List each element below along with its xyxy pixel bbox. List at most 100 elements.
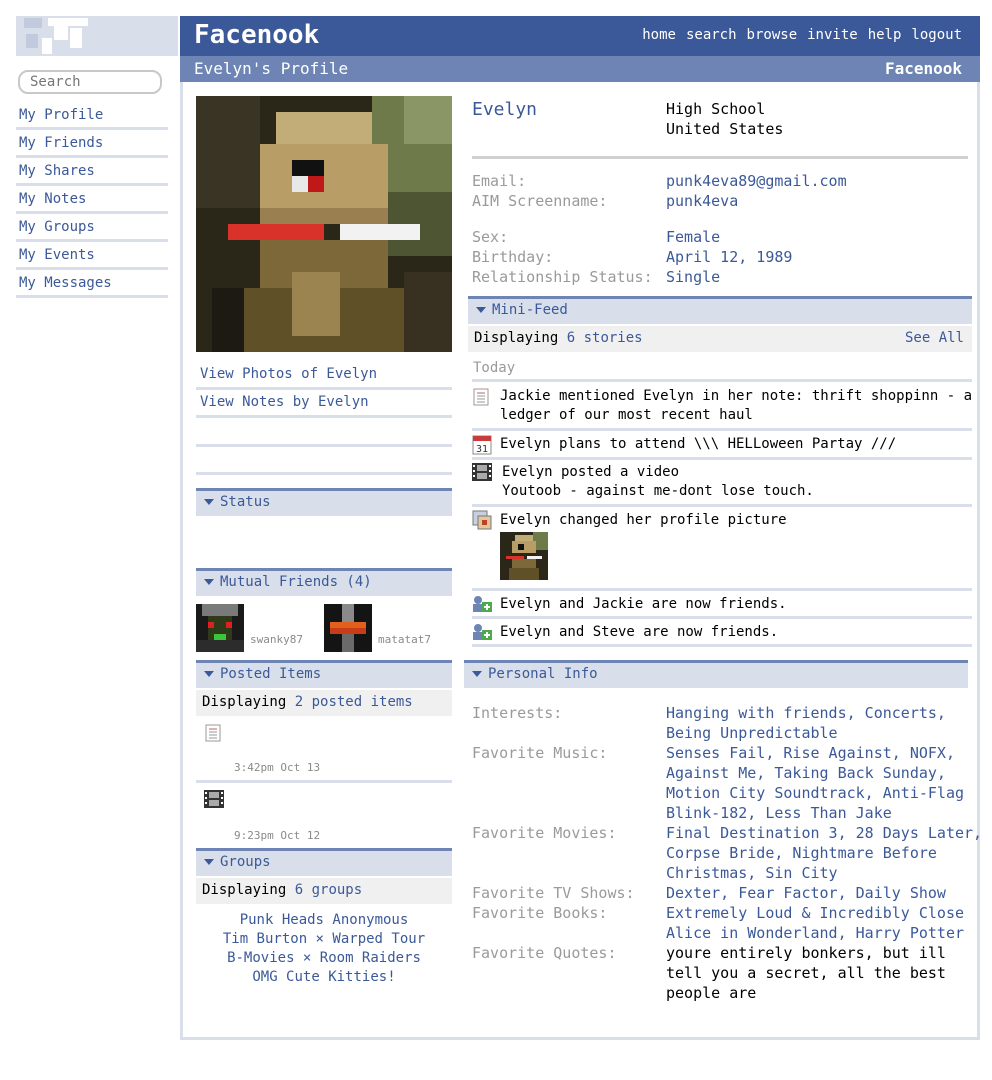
friend-name[interactable]: swanky87 [250, 633, 303, 646]
collapse-triangle-icon [476, 307, 486, 313]
movies-line[interactable]: Christmas, Sin City [666, 864, 838, 882]
posted-count-link[interactable]: 2 posted items [295, 694, 413, 710]
group-link[interactable]: Punk Heads Anonymous [196, 912, 452, 928]
calendar-day: 31 [476, 444, 488, 455]
nav-logout[interactable]: logout [911, 27, 962, 43]
feed-story[interactable]: Youtoob - against me-dont lose touch. [502, 482, 814, 501]
interests-line[interactable]: Being Unpredictable [666, 724, 838, 742]
tv-line[interactable]: Dexter, Fear Factor, Daily Show [666, 884, 946, 902]
collapse-triangle-icon [204, 579, 214, 585]
friend-avatar[interactable] [324, 604, 372, 652]
group-link[interactable]: Tim Burton × Warped Tour [196, 931, 452, 947]
feed-story[interactable]: ledger of our most recent haul [500, 406, 753, 425]
personal-info-title: Personal Info [488, 666, 598, 682]
site-logo[interactable] [16, 16, 178, 56]
mutual-friends-header[interactable]: Mutual Friends (4) [196, 568, 452, 596]
friend-avatar[interactable] [196, 604, 244, 652]
movies-line[interactable]: Corpse Bride, Nightmare Before [666, 844, 937, 862]
feed-story[interactable]: Evelyn posted a video [502, 463, 679, 482]
interests-line[interactable]: Hanging with friends, Concerts, [666, 704, 946, 722]
new-profile-thumbnail[interactable] [500, 532, 548, 580]
posted-items-title: Posted Items [220, 666, 322, 682]
books-line[interactable]: Alice in Wonderland, Harry Potter [666, 924, 964, 942]
feed-story[interactable]: Evelyn plans to attend \\\ HELLoween Par… [500, 435, 896, 454]
groups-count: Displaying 6 groups [196, 878, 452, 904]
feed-story[interactable]: Jackie mentioned Evelyn in her note: thr… [500, 387, 972, 406]
network-country[interactable]: United States [666, 120, 783, 138]
group-link[interactable]: OMG Cute Kitties! [196, 969, 452, 985]
groups-title: Groups [220, 854, 271, 870]
network-school[interactable]: High School [666, 100, 765, 118]
status-header[interactable]: Status [196, 488, 452, 516]
see-all-link[interactable]: See All [905, 330, 964, 346]
video-icon [472, 463, 492, 481]
nav-invite[interactable]: invite [807, 27, 858, 43]
minifeed-header[interactable]: Mini-Feed [468, 296, 972, 324]
video-icon[interactable] [204, 790, 224, 808]
view-photos-link[interactable]: View Photos of Evelyn [196, 362, 452, 390]
note-icon[interactable] [205, 724, 221, 742]
tv-label: Favorite TV Shows: [472, 884, 635, 902]
collapse-triangle-icon [204, 499, 214, 505]
divider [472, 457, 972, 460]
music-line[interactable]: Blink-182, Less Than Jake [666, 804, 892, 822]
relationship-value[interactable]: Single [666, 268, 720, 286]
nav-browse[interactable]: browse [747, 27, 798, 43]
feed-story[interactable]: Evelyn and Jackie are now friends. [500, 595, 787, 614]
sex-label: Sex: [472, 228, 509, 246]
birthday-label: Birthday: [472, 248, 554, 266]
email-label: Email: [472, 172, 527, 190]
nav-my-notes[interactable]: My Notes [16, 186, 168, 214]
aim-label: AIM Screenname: [472, 192, 608, 210]
quotes-label: Favorite Quotes: [472, 944, 617, 962]
nav-help[interactable]: help [868, 27, 902, 43]
profile-picture[interactable] [196, 96, 452, 352]
nav-home[interactable]: home [642, 27, 676, 43]
relationship-label: Relationship Status: [472, 268, 653, 286]
divider [472, 428, 972, 431]
feed-story[interactable]: Evelyn changed her profile picture [500, 511, 787, 530]
divider [196, 444, 452, 447]
music-line[interactable]: Senses Fail, Rise Against, NOFX, [666, 744, 955, 762]
stories-count-link[interactable]: 6 stories [567, 330, 643, 346]
personal-info-header[interactable]: Personal Info [464, 660, 968, 688]
groups-count-link[interactable]: 6 groups [295, 882, 362, 898]
sub-bar: Evelyn's Profile Facenook [180, 56, 980, 82]
music-line[interactable]: Motion City Soundtrack, Anti-Flag [666, 784, 964, 802]
divider [472, 504, 972, 507]
friend-name[interactable]: matatat7 [378, 633, 431, 646]
quotes-line: youre entirely bonkers, but ill [666, 944, 946, 962]
count-prefix: Displaying [202, 882, 287, 898]
nav-my-events[interactable]: My Events [16, 242, 168, 270]
nav-my-groups[interactable]: My Groups [16, 214, 168, 242]
collapse-triangle-icon [204, 859, 214, 865]
nav-my-shares[interactable]: My Shares [16, 158, 168, 186]
movies-line[interactable]: Final Destination 3, 28 Days Later, [666, 824, 982, 842]
music-line[interactable]: Against Me, Taking Back Sunday, [666, 764, 946, 782]
post-time: 9:23pm Oct 12 [234, 829, 321, 842]
group-link[interactable]: B-Movies × Room Raiders [196, 950, 452, 966]
view-notes-link[interactable]: View Notes by Evelyn [196, 390, 452, 418]
brand-title[interactable]: Facenook [194, 20, 319, 50]
feed-story[interactable]: Evelyn and Steve are now friends. [500, 623, 778, 642]
quotes-line: tell you a secret, all the best [666, 964, 946, 982]
email-link[interactable]: punk4eva89@gmail.com [666, 172, 847, 190]
nav-my-friends[interactable]: My Friends [16, 130, 168, 158]
sex-value[interactable]: Female [666, 228, 720, 246]
nav-my-messages[interactable]: My Messages [16, 270, 168, 298]
profile-name: Evelyn [472, 99, 538, 120]
nav-my-profile[interactable]: My Profile [16, 102, 168, 130]
posted-items-count: Displaying 2 posted items [196, 690, 452, 716]
left-nav: My Profile My Friends My Shares My Notes… [16, 102, 168, 298]
nav-search[interactable]: search [686, 27, 737, 43]
posted-items-header[interactable]: Posted Items [196, 660, 452, 688]
search-input[interactable] [18, 70, 162, 94]
movies-label: Favorite Movies: [472, 824, 617, 842]
books-line[interactable]: Extremely Loud & Incredibly Close [666, 904, 964, 922]
sub-brand: Facenook [884, 59, 962, 78]
divider [472, 616, 972, 619]
aim-link[interactable]: punk4eva [666, 192, 738, 210]
divider [472, 156, 968, 159]
groups-header[interactable]: Groups [196, 848, 452, 876]
birthday-value[interactable]: April 12, 1989 [666, 248, 792, 266]
